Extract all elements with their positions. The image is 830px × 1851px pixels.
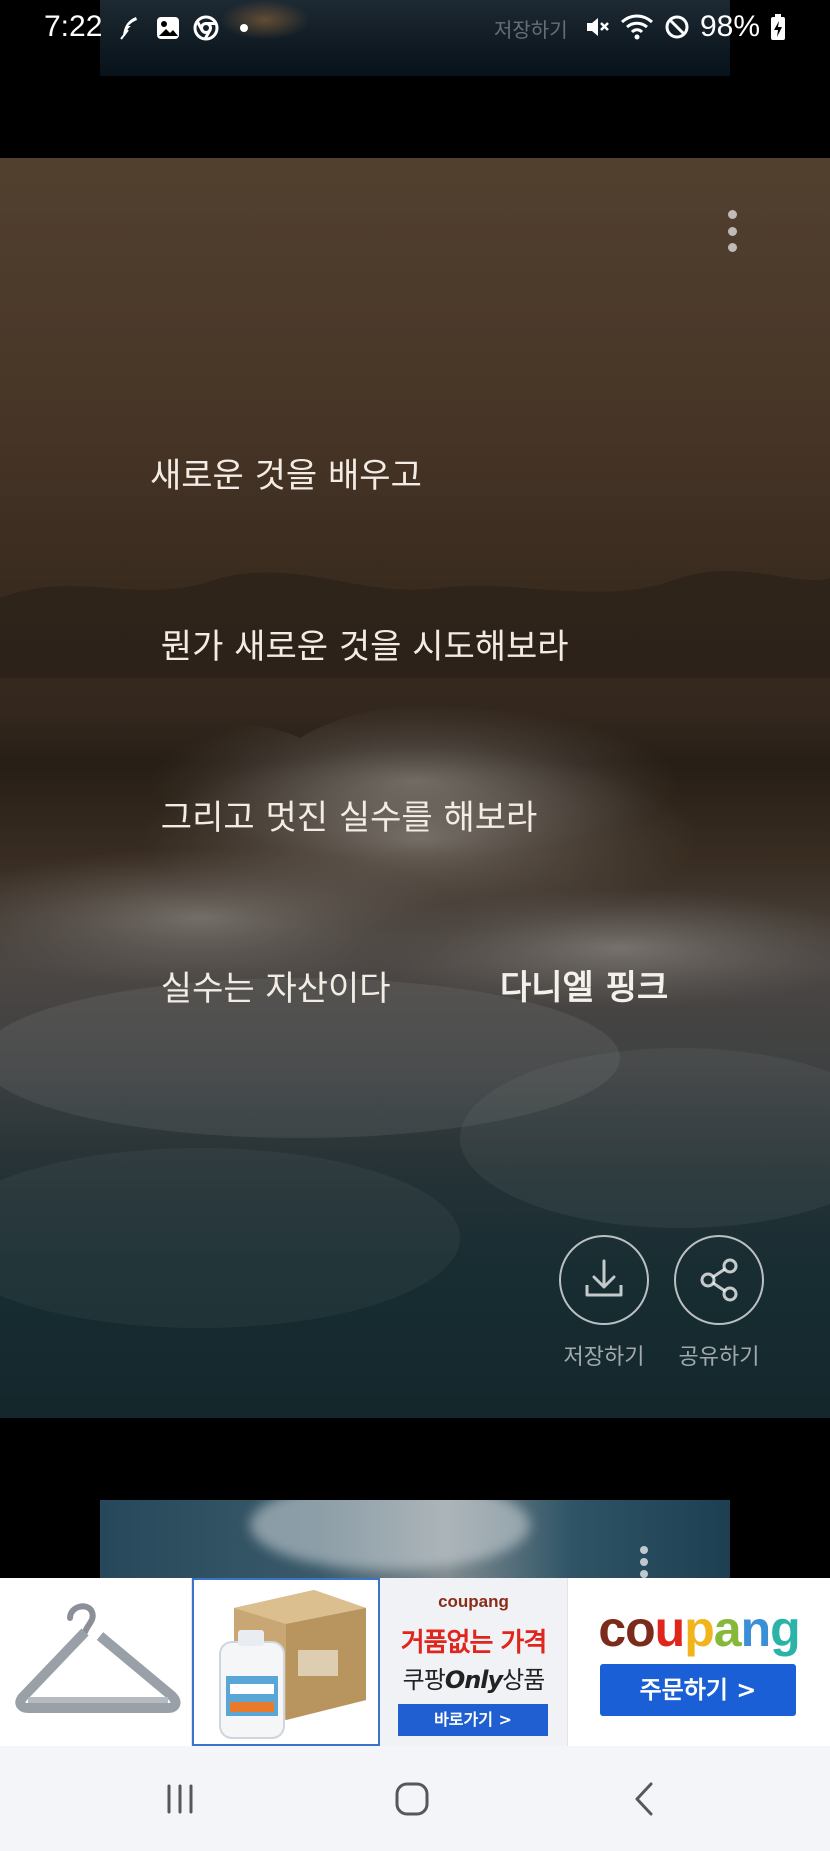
next-card-peek[interactable] bbox=[100, 1500, 730, 1578]
save-label: 저장하기 bbox=[563, 1345, 645, 1370]
ad-product-detergent[interactable] bbox=[192, 1578, 380, 1746]
battery-charging-icon bbox=[771, 14, 785, 40]
ad-coupang-promo[interactable]: coupang 거품없는 가격 쿠팡Only상품 바로가기 > bbox=[380, 1578, 568, 1746]
quote-card[interactable]: 새로운 것을 배우고 뭔가 새로운 것을 시도해보라 그리고 멋진 실수를 해보… bbox=[0, 158, 830, 1418]
quote-line: 그리고 멋진 실수를 해보라 bbox=[150, 798, 538, 838]
ad-small-logo: coupang bbox=[438, 1592, 509, 1611]
ad-banner[interactable]: coupang 거품없는 가격 쿠팡Only상품 바로가기 > coupang … bbox=[0, 1578, 830, 1746]
wifi-icon bbox=[620, 14, 653, 40]
save-button[interactable]: 저장하기 bbox=[554, 1235, 654, 1371]
recent-apps-icon bbox=[167, 1784, 193, 1814]
back-button[interactable] bbox=[615, 1774, 675, 1824]
hanger-image bbox=[15, 1603, 181, 1713]
navigation-bar bbox=[0, 1746, 830, 1851]
share-label: 공유하기 bbox=[678, 1345, 760, 1370]
share-button[interactable]: 공유하기 bbox=[669, 1235, 769, 1371]
notification-icons bbox=[116, 14, 248, 42]
chrome-icon bbox=[193, 15, 219, 41]
save-circle[interactable] bbox=[559, 1235, 649, 1325]
feather-icon bbox=[120, 17, 137, 40]
ad-product-hanger[interactable] bbox=[0, 1578, 192, 1746]
more-notifications-dot bbox=[240, 24, 248, 32]
ad-order-button[interactable]: 주문하기 > bbox=[600, 1664, 796, 1716]
quote-text: 새로운 것을 배우고 뭔가 새로운 것을 시도해보라 그리고 멋진 실수를 해보… bbox=[150, 334, 569, 1132]
share-circle[interactable] bbox=[674, 1235, 764, 1325]
download-icon bbox=[585, 1259, 623, 1297]
gallery-icon bbox=[157, 17, 179, 39]
mute-icon bbox=[586, 18, 609, 36]
battery-percent: 98% bbox=[699, 10, 760, 43]
ad-headline: 거품없는 가격 bbox=[400, 1628, 548, 1658]
overlay-ghost-text: 저장하기 bbox=[494, 18, 568, 42]
ad-subline: 쿠팡Only상품 bbox=[380, 1660, 567, 1695]
system-icons: 98% bbox=[584, 10, 786, 44]
ad-subline-suffix: 상품 bbox=[502, 1666, 545, 1694]
quote-author: 다니엘 핑크 bbox=[500, 968, 669, 1008]
ad-subline-only: Only bbox=[444, 1666, 503, 1694]
home-button[interactable] bbox=[382, 1774, 442, 1824]
next-card-more-options-button[interactable] bbox=[637, 1546, 651, 1578]
recent-apps-button[interactable] bbox=[150, 1774, 210, 1824]
back-icon bbox=[635, 1782, 653, 1816]
coupang-logo: coupang bbox=[598, 1601, 800, 1657]
status-bar: 7:22 저장하기 98% bbox=[0, 0, 830, 58]
ad-subline-prefix: 쿠팡 bbox=[402, 1666, 446, 1694]
status-time: 7:22 bbox=[44, 10, 103, 43]
next-card-image bbox=[250, 1500, 530, 1570]
share-icon bbox=[700, 1258, 738, 1302]
detergent-image bbox=[219, 1590, 366, 1739]
ad-coupang-brand[interactable]: coupang 주문하기 > bbox=[568, 1578, 830, 1746]
do-not-disturb-icon bbox=[665, 15, 689, 39]
quote-line: 새로운 것을 배우고 bbox=[150, 456, 422, 496]
card-more-options-button[interactable] bbox=[718, 208, 746, 254]
quote-line: 뭔가 새로운 것을 시도해보라 bbox=[150, 627, 569, 667]
home-icon bbox=[395, 1782, 429, 1816]
ad-go-button[interactable]: 바로가기 > bbox=[398, 1704, 548, 1736]
